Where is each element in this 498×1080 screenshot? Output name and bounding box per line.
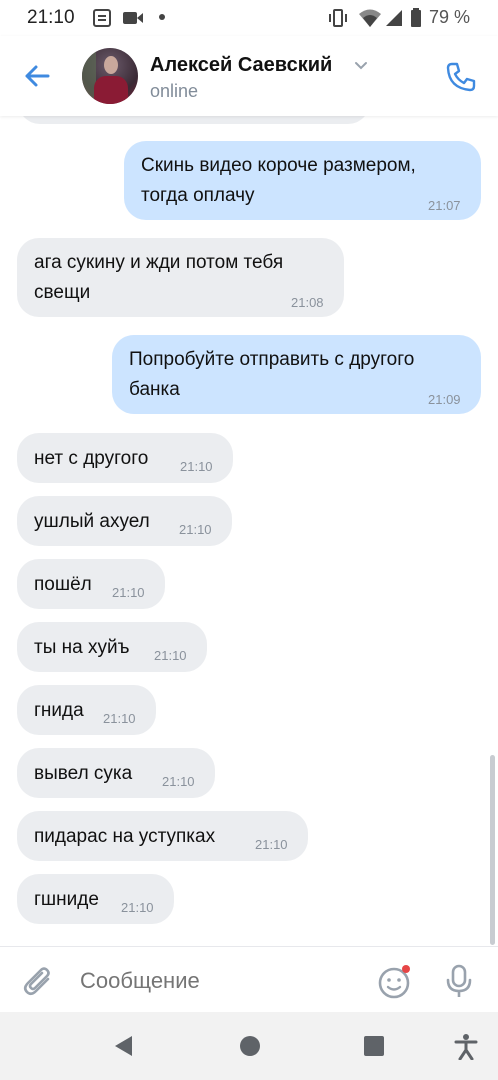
message-text: банка	[129, 379, 180, 400]
message-time: 21:10	[255, 837, 288, 852]
message-text: Скинь видео короче размером,	[141, 155, 416, 176]
message-input[interactable]	[78, 967, 362, 995]
signal-icon	[386, 10, 402, 26]
back-triangle-icon[interactable]	[112, 1034, 136, 1058]
message-bubble[interactable]: ты на хуйъ 21:10	[17, 622, 207, 672]
message-text: ушлый ахуел	[34, 511, 150, 532]
message-time: 21:10	[103, 711, 136, 726]
microphone-icon[interactable]	[444, 963, 474, 999]
message-time: 21:10	[154, 648, 187, 663]
message-time: 21:10	[162, 774, 195, 789]
scrollbar[interactable]	[490, 755, 495, 945]
smile-icon[interactable]	[377, 964, 413, 1000]
message-bubble[interactable]: гнида 21:10	[17, 685, 156, 735]
message-text: гшниде	[34, 889, 99, 910]
status-bar: 21:10 79 %	[0, 0, 498, 36]
avatar[interactable]	[82, 48, 138, 104]
wifi-icon	[359, 9, 381, 27]
accessibility-icon[interactable]	[454, 1034, 478, 1060]
video-icon	[123, 12, 143, 24]
message-time: 21:08	[291, 295, 324, 310]
message-text: нет с другого	[34, 448, 149, 469]
message-bubble[interactable]: ушлый ахуел 21:10	[17, 496, 232, 546]
message-bubble-partial[interactable]	[18, 116, 370, 124]
message-list[interactable]: Скинь видео короче размером, тогда оплач…	[0, 116, 498, 946]
battery-percent: 79 %	[429, 7, 471, 27]
message-bubble[interactable]: Скинь видео короче размером, тогда оплач…	[124, 141, 481, 220]
message-time: 21:10	[121, 900, 154, 915]
message-time: 21:09	[428, 392, 461, 407]
message-time: 21:10	[180, 459, 213, 474]
chat-header: Алексей Саевский online	[0, 36, 498, 116]
message-bubble[interactable]: нет с другого 21:10	[17, 433, 233, 483]
message-text: ты на хуйъ	[34, 637, 130, 658]
status-time: 21:10	[27, 7, 75, 28]
battery-icon	[411, 8, 421, 27]
message-bubble[interactable]: ага сукину и жди потом тебя свещи 21:08	[17, 238, 344, 317]
phone-icon[interactable]	[444, 60, 478, 94]
message-text: ага сукину и жди потом тебя	[34, 252, 284, 273]
message-time: 21:10	[179, 522, 212, 537]
message-text: вывел сука	[34, 763, 133, 784]
message-text: Попробуйте отправить с другого	[129, 349, 415, 370]
chevron-down-icon[interactable]	[354, 61, 368, 71]
system-nav-bar	[0, 1012, 498, 1080]
home-circle-icon[interactable]	[238, 1034, 262, 1058]
contact-status: online	[150, 81, 199, 101]
vibrate-icon	[329, 9, 347, 27]
message-time: 21:10	[112, 585, 145, 600]
dot-icon	[159, 14, 165, 20]
notes-icon	[93, 9, 111, 27]
message-bubble[interactable]: пошёл 21:10	[17, 559, 165, 609]
message-bubble[interactable]: Попробуйте отправить с другого банка 21:…	[112, 335, 481, 414]
recents-square-icon[interactable]	[362, 1034, 386, 1058]
message-text: пидарас на уступках	[34, 826, 216, 847]
message-composer	[0, 946, 498, 1013]
message-text: гнида	[34, 700, 84, 721]
message-text: тогда оплачу	[141, 185, 255, 206]
arrow-left-icon[interactable]	[22, 61, 52, 91]
message-time: 21:07	[428, 198, 461, 213]
message-bubble[interactable]: пидарас на уступках 21:10	[17, 811, 308, 861]
message-text: свещи	[34, 282, 91, 303]
paperclip-icon[interactable]	[22, 963, 56, 999]
message-text: пошёл	[34, 574, 92, 595]
contact-name[interactable]: Алексей Саевский	[150, 54, 332, 77]
message-bubble[interactable]: гшниде 21:10	[17, 874, 174, 924]
message-bubble[interactable]: вывел сука 21:10	[17, 748, 215, 798]
